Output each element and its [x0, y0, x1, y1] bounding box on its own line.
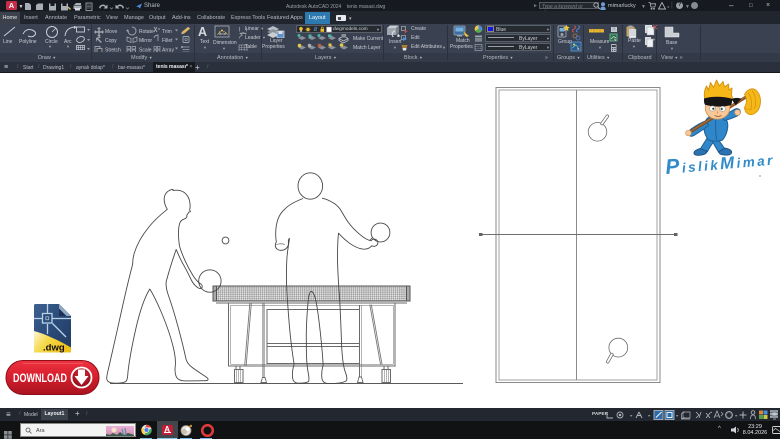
svg-text:Trim: Trim	[162, 29, 172, 35]
svg-text:DOWNLOAD: DOWNLOAD	[13, 373, 67, 385]
svg-text:Array: Array	[162, 48, 174, 53]
svg-text:Scale: Scale	[139, 48, 152, 53]
svg-text:.dwg: .dwg	[43, 343, 65, 354]
svg-text:Mirror: Mirror	[139, 38, 152, 44]
svg-text:Fillet: Fillet	[162, 38, 173, 44]
svg-text:Rotate: Rotate	[139, 29, 154, 35]
svg-text:Stretch: Stretch	[105, 48, 121, 53]
svg-text:Copy: Copy	[105, 38, 117, 44]
svg-text:Move: Move	[105, 29, 117, 35]
